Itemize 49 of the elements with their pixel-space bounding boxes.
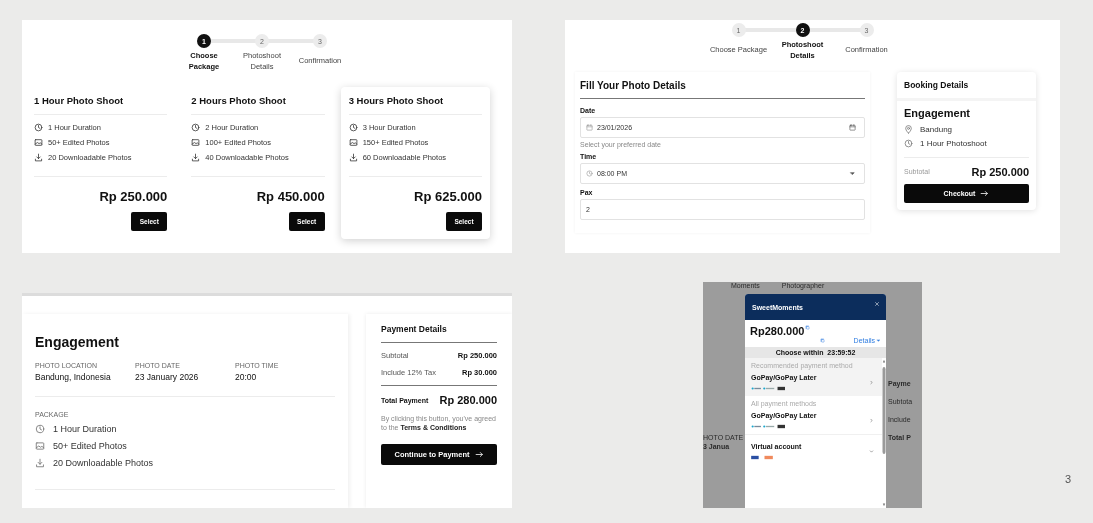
package-price: Rp 450.000 [256,188,325,204]
event-title: Engagement [35,334,120,350]
clock-icon [904,138,913,148]
amount: Rp280.000 [750,325,805,337]
payment-logos-icon [751,455,773,460]
clock-icon [348,122,358,132]
clock-icon [586,169,593,177]
slide-number: 3 [1065,473,1073,485]
chevron-right-icon [869,418,874,423]
info-value: 20:00 [235,372,258,382]
close-icon [874,301,880,307]
calendar-icon [586,123,593,131]
feature-text: 20 Downloadable Photos [53,458,154,468]
subtotal-value: Rp 250.000 [971,165,1029,178]
booking-item: 1 Hour Photoshoot [920,138,987,148]
arrow-right-icon [474,450,484,460]
clock-icon [191,122,201,132]
info-value: Bandung, Indonesia [35,372,112,382]
clock-icon [35,424,45,434]
download-icon [34,152,43,162]
download-icon [348,152,358,162]
pin-icon [904,124,913,134]
image-icon [348,137,358,147]
payment-logos-icon [751,424,785,429]
package-title: 3 Hours Photo Shoot [348,94,445,106]
package-title: 1 Hour Photo Shoot [34,94,125,106]
payment-logos-icon [751,386,785,391]
booking-item: Bandung [920,124,953,134]
total-value: Rp 280.000 [439,394,497,406]
package-price: Rp 625.000 [414,188,482,204]
card-title: Booking Details [897,71,1036,101]
form-title: Fill Your Photo Details [580,79,865,99]
download-icon [35,458,45,468]
image-icon [35,441,45,451]
feature-text: 1 Hour Duration [53,424,117,434]
image-icon [34,137,43,147]
card-title: Payment Details [381,324,448,336]
chevron-right-icon [869,380,874,385]
info-value: 23 January 2026 [135,372,200,382]
clock-icon [34,122,43,132]
arrow-right-icon [980,188,990,198]
feature-text: 50+ Edited Photos [53,441,127,451]
package-title: 2 Hours Photo Shoot [191,94,287,106]
calendar-icon [849,123,856,131]
image-icon [191,137,201,147]
download-icon [191,152,201,162]
chevron-down-icon [869,449,874,454]
package-price: Rp 250.000 [99,188,168,204]
event-title: Engagement [904,106,971,119]
